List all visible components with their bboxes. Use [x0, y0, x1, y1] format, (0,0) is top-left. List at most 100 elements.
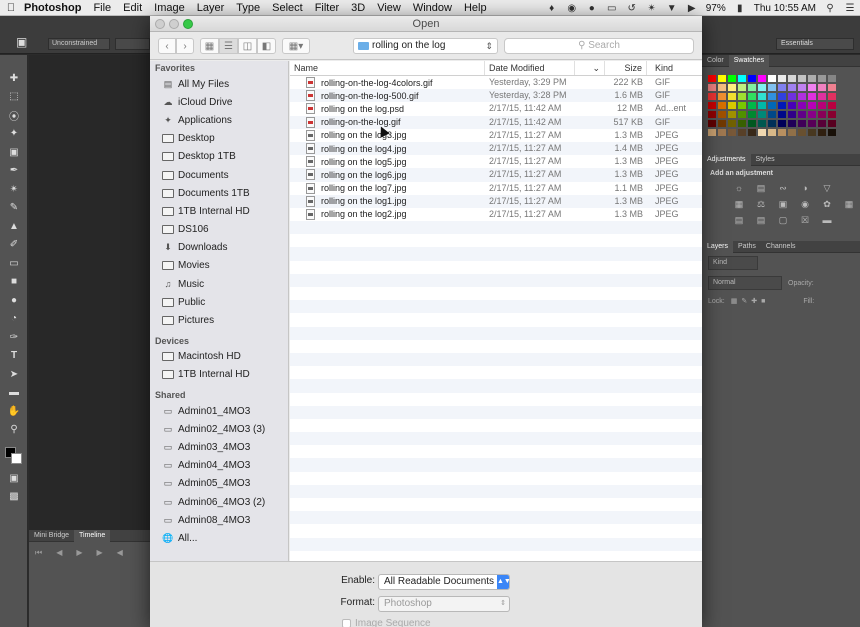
table-row[interactable]: rolling on the log6.jpg 2/17/15, 11:27 AM… — [290, 168, 702, 182]
color-swatch[interactable] — [768, 129, 776, 136]
color-swatch[interactable] — [818, 102, 826, 109]
image-sequence-checkbox[interactable]: Image Sequence — [342, 618, 431, 627]
color-swatch[interactable] — [758, 75, 766, 82]
column-header-size[interactable]: Size — [605, 61, 647, 75]
column-header-date[interactable]: Date Modified — [485, 61, 575, 75]
color-swatch[interactable] — [808, 102, 816, 109]
color-swatch[interactable] — [758, 102, 766, 109]
color-swatch[interactable] — [708, 129, 716, 136]
dodge-tool-icon[interactable]: ◔ — [0, 310, 28, 329]
color-balance-icon[interactable]: ⚖ — [752, 199, 770, 213]
screen-mode-icon[interactable]: ▩ — [0, 488, 28, 507]
posterize-icon[interactable]: ▤ — [752, 215, 770, 229]
color-swatch[interactable] — [748, 102, 756, 109]
selective-color-icon[interactable]: ☒ — [796, 215, 814, 229]
tab-layers[interactable]: Layers — [702, 240, 734, 253]
color-swatch[interactable] — [808, 75, 816, 82]
color-swatch[interactable] — [778, 84, 786, 91]
play-icon[interactable]: ▶ — [76, 548, 82, 558]
table-row[interactable]: rolling on the log7.jpg 2/17/15, 11:27 AM… — [290, 182, 702, 195]
color-swatch[interactable] — [808, 84, 816, 91]
color-swatch[interactable] — [708, 75, 716, 82]
table-row[interactable]: rolling-on-the-log-4colors.gif Yesterday,… — [290, 76, 702, 89]
eyedropper-tool-icon[interactable]: ✒ — [0, 162, 28, 181]
table-row[interactable]: rolling on the log1.jpg 2/17/15, 11:27 AM… — [290, 194, 702, 208]
gradient-tool-icon[interactable]: ■ — [0, 273, 28, 292]
sidebar-item-icloud-drive[interactable]: ☁ iCloud Drive — [150, 93, 288, 111]
tab-paths[interactable]: Paths — [733, 241, 761, 253]
menu-type[interactable]: Type — [230, 0, 266, 16]
color-swatch[interactable] — [798, 120, 806, 127]
color-swatch[interactable] — [758, 120, 766, 127]
color-swatch[interactable] — [728, 102, 736, 109]
back-button[interactable]: ‹ — [158, 38, 176, 54]
tab-channels[interactable]: Channels — [761, 241, 801, 253]
color-swatch[interactable] — [738, 120, 746, 127]
color-swatch[interactable] — [828, 129, 836, 136]
sidebar-item-desktop[interactable]: Desktop — [150, 130, 288, 148]
sidebar-item-ds106[interactable]: DS106 — [150, 221, 288, 239]
first-frame-icon[interactable]: ⏮ — [35, 548, 42, 558]
sidebar-item-movies[interactable]: Movies — [150, 257, 288, 275]
tab-swatches[interactable]: Swatches — [728, 54, 770, 67]
layer-filter-kind[interactable]: Kind — [708, 256, 758, 270]
marquee-tool-icon[interactable]: ⬚ — [0, 88, 28, 107]
pen-tool-icon[interactable]: ✑ — [0, 328, 28, 347]
color-swatch[interactable] — [728, 111, 736, 118]
gradient-map-icon[interactable]: ▬ — [818, 215, 836, 229]
color-swatch[interactable] — [808, 129, 816, 136]
sidebar-item-all-my-files[interactable]: ▤ All My Files — [150, 75, 288, 93]
skype-icon[interactable]: ● — [582, 0, 602, 16]
menu-app-photoshop[interactable]: Photoshop — [18, 0, 87, 16]
sidebar-item-admin06-4mo3-2[interactable]: ▭ Admin06_4MO3 (2) — [150, 493, 288, 511]
color-swatch[interactable] — [718, 129, 726, 136]
record-icon[interactable]: ◉ — [562, 0, 582, 16]
blur-tool-icon[interactable]: ● — [0, 291, 28, 310]
color-swatch[interactable] — [738, 102, 746, 109]
sidebar-item-admin04-4mo3[interactable]: ▭ Admin04_4MO3 — [150, 457, 288, 475]
table-row[interactable]: rolling on the log2.jpg 2/17/15, 11:27 AM… — [290, 208, 702, 221]
menu-window[interactable]: Window — [407, 0, 458, 16]
bw-icon[interactable]: ▣ — [774, 199, 792, 213]
menu-select[interactable]: Select — [266, 0, 309, 16]
color-swatch[interactable] — [818, 111, 826, 118]
color-swatch[interactable] — [788, 75, 796, 82]
invert-icon[interactable]: ▤ — [730, 215, 748, 229]
color-swatch[interactable] — [798, 75, 806, 82]
color-swatch[interactable] — [728, 93, 736, 100]
color-swatch[interactable] — [828, 102, 836, 109]
menu-view[interactable]: View — [371, 0, 407, 16]
color-swatch[interactable] — [718, 111, 726, 118]
sidebar-item-downloads[interactable]: ⬇ Downloads — [150, 239, 288, 257]
lock-icons[interactable]: ▦✎✚■ — [731, 297, 770, 305]
shape-tool-icon[interactable]: ▬ — [0, 384, 28, 403]
sidebar-item-admin02-4mo3-3[interactable]: ▭ Admin02_4MO3 (3) — [150, 420, 288, 438]
clock[interactable]: Thu 10:55 AM — [750, 3, 820, 14]
hand-tool-icon[interactable]: ✋ — [0, 402, 28, 421]
format-select[interactable]: Photoshop ⇕ — [378, 596, 510, 612]
eraser-tool-icon[interactable]: ▭ — [0, 254, 28, 273]
color-swatch[interactable] — [748, 84, 756, 91]
color-swatch[interactable] — [788, 111, 796, 118]
color-swatch[interactable] — [708, 84, 716, 91]
menu-layer[interactable]: Layer — [191, 0, 231, 16]
search-input[interactable]: ⚲ Search — [504, 38, 694, 54]
levels-icon[interactable]: ▤ — [752, 183, 770, 197]
sidebar-item-admin08-4mo3[interactable]: ▭ Admin08_4MO3 — [150, 511, 288, 529]
path-select-tool-icon[interactable]: ➤ — [0, 365, 28, 384]
color-swatch[interactable] — [718, 102, 726, 109]
volume-icon[interactable]: ▶ — [682, 0, 702, 16]
sidebar-item-documents-1tb[interactable]: Documents 1TB — [150, 184, 288, 202]
quick-select-tool-icon[interactable]: ✦ — [0, 125, 28, 144]
color-swatch[interactable] — [798, 111, 806, 118]
tab-adjustments[interactable]: Adjustments — [702, 153, 751, 166]
color-swatch[interactable] — [738, 129, 746, 136]
color-swatch[interactable] — [798, 129, 806, 136]
crop-tool-preset-icon[interactable]: ▣ — [16, 35, 27, 49]
tab-styles[interactable]: Styles — [751, 154, 780, 166]
color-swatch[interactable] — [828, 120, 836, 127]
color-swatch[interactable] — [758, 111, 766, 118]
color-swatch[interactable] — [818, 93, 826, 100]
audio-icon[interactable]: ◀ — [117, 548, 123, 558]
next-frame-icon[interactable]: ▶ — [97, 548, 103, 558]
